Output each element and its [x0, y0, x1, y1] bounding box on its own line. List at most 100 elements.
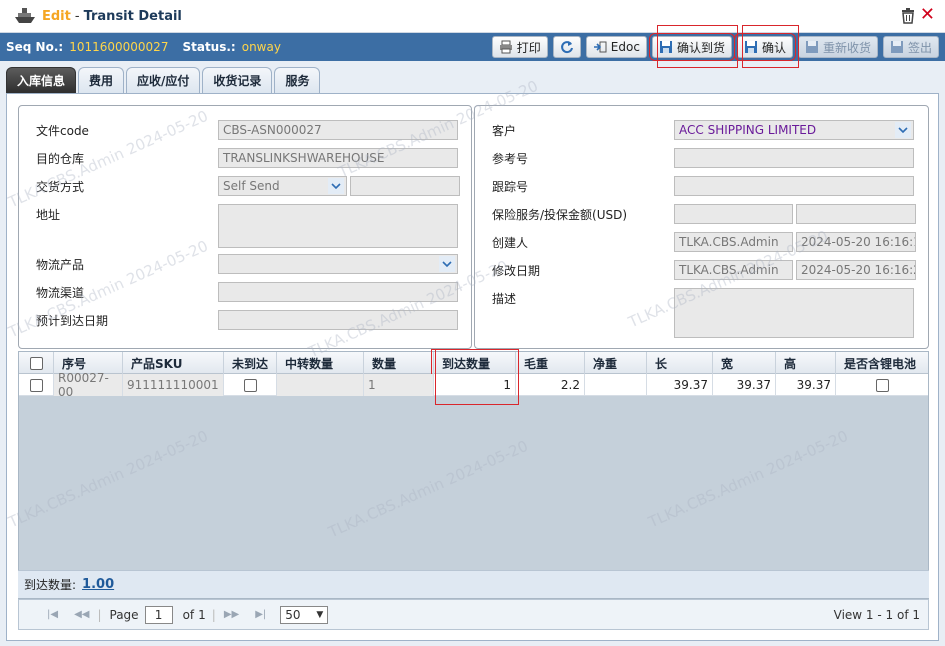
cell-arrived-qty[interactable]: 1 [434, 374, 516, 396]
page-input[interactable]: 1 [144, 605, 173, 624]
insurance-amount-field[interactable] [796, 204, 916, 224]
customer-value: ACC SHIPPING LIMITED [679, 123, 817, 137]
table-row[interactable]: R00027-00 911111110001 1 1 2.2 39.37 39.… [19, 371, 928, 399]
re-receive-button[interactable]: 重新收货 [797, 36, 878, 58]
address-label: 地址 [36, 208, 61, 222]
grid-summary-bar: 到达数量: 1.00 [18, 570, 929, 598]
row-select-checkbox[interactable] [29, 378, 43, 392]
printer-icon [499, 40, 512, 54]
seq-status-bar: Seq No.: 1011600000027 Status.: onway 打印… [0, 33, 945, 61]
arrived-total-label: 到达数量: [24, 578, 77, 592]
cell-transfer-qty [277, 374, 364, 396]
grid-header: 序号 产品SKU 未到达 中转数量 数量 到达数量 毛重 净重 长 宽 高 是否… [19, 349, 928, 377]
modified-date-label: 修改日期 [492, 264, 541, 278]
refresh-icon [560, 41, 573, 54]
seq-value: 1011600000027 [69, 40, 169, 54]
cell-net-weight[interactable] [585, 374, 647, 396]
doc-code-field[interactable]: CBS-ASN000027 [218, 120, 458, 140]
tab-inbound-info[interactable]: 入库信息 [6, 67, 77, 93]
page-size-select[interactable]: 50 ▼ [280, 605, 329, 624]
insurance-label: 保险服务/投保金额(USD) [492, 208, 628, 222]
sign-out-button[interactable]: 签出 [882, 36, 939, 58]
prev-page-icon[interactable]: ◀◀ [74, 609, 89, 620]
cell-seq: R00027-00 [54, 371, 123, 399]
reference-no-field[interactable] [674, 148, 914, 168]
chevron-down-icon[interactable] [439, 256, 455, 272]
logistics-product-label: 物流产品 [36, 258, 85, 272]
customer-select[interactable]: ACC SHIPPING LIMITED [674, 120, 914, 140]
customer-label: 客户 [492, 124, 517, 138]
modified-time-field[interactable]: 2024-05-20 16:16:20 [796, 260, 916, 280]
lithium-battery-checkbox[interactable] [875, 378, 889, 392]
modifier-field[interactable]: TLKA.CBS.Admin [674, 260, 793, 280]
cell-width[interactable]: 39.37 [713, 374, 776, 396]
address-field[interactable] [218, 204, 458, 248]
chevron-down-icon[interactable] [895, 122, 911, 138]
cell-length[interactable]: 39.37 [647, 374, 713, 396]
arrived-total-value[interactable]: 1.00 [82, 577, 114, 592]
trash-icon[interactable] [901, 8, 915, 24]
creator-field[interactable]: TLKA.CBS.Admin [674, 232, 793, 252]
confirm-arrival-label: 确认到货 [676, 40, 725, 55]
insurance-service-field[interactable] [674, 204, 793, 224]
confirm-arrival-button[interactable]: 确认到货 [648, 33, 735, 61]
logistics-channel-field[interactable] [218, 282, 458, 302]
description-field[interactable] [674, 288, 914, 338]
edoc-button[interactable]: Edoc [585, 36, 647, 58]
tab-receiving-records[interactable]: 收货记录 [202, 67, 273, 93]
not-arrived-checkbox[interactable] [243, 378, 257, 392]
col-qty[interactable]: 数量 [364, 352, 434, 374]
tab-services[interactable]: 服务 [274, 67, 321, 93]
cell-lithium-battery [836, 374, 928, 396]
status-label: Status.: [182, 40, 236, 54]
chevron-down-icon[interactable] [328, 178, 344, 194]
refresh-button[interactable] [552, 36, 581, 58]
re-receive-label: 重新收货 [822, 40, 871, 55]
confirm-button[interactable]: 确认 [733, 33, 796, 61]
dest-warehouse-field[interactable]: TRANSLINKSHWAREHOUSE [218, 148, 458, 168]
col-net-weight[interactable]: 净重 [585, 352, 647, 374]
logistics-channel-label: 物流渠道 [36, 286, 85, 300]
tab-bar: 入库信息 费用 应收/应付 收货记录 服务 [6, 67, 321, 93]
close-icon[interactable]: ✕ [920, 6, 935, 24]
last-page-icon[interactable]: ▶| [255, 609, 266, 620]
doc-code-label: 文件code [36, 124, 89, 138]
col-arrived-qty[interactable]: 到达数量 [431, 349, 519, 377]
cell-height[interactable]: 39.37 [776, 374, 836, 396]
save-icon [805, 41, 818, 53]
col-lithium-battery[interactable]: 是否含锂电池 [836, 352, 928, 374]
save-icon [744, 41, 757, 53]
confirm-label: 确认 [761, 40, 786, 55]
select-all-checkbox[interactable] [29, 356, 43, 370]
save-icon [890, 41, 903, 53]
first-page-icon[interactable]: |◀ [47, 609, 58, 620]
next-page-icon[interactable]: ▶▶ [224, 609, 239, 620]
window-titlebar: Edit - Transit Detail ✕ [0, 0, 945, 33]
created-time-field[interactable]: 2024-05-20 16:16:14 [796, 232, 916, 252]
print-button[interactable]: 打印 [491, 36, 548, 58]
inbound-info-left-panel: 文件code CBS-ASN000027 目的仓库 TRANSLINKSHWAR… [18, 105, 472, 349]
logistics-product-select[interactable] [218, 254, 458, 274]
items-grid: 序号 产品SKU 未到达 中转数量 数量 到达数量 毛重 净重 长 宽 高 是否… [18, 349, 929, 599]
pager-divider: | [211, 607, 216, 622]
col-transfer-qty[interactable]: 中转数量 [277, 352, 364, 374]
sign-out-label: 签出 [907, 40, 932, 55]
delivery-method-value: Self Send [223, 179, 280, 193]
tab-receivable-payable[interactable]: 应收/应付 [126, 67, 201, 93]
delivery-method-select[interactable]: Self Send [218, 176, 347, 196]
creator-label: 创建人 [492, 236, 529, 250]
cell-not-arrived [224, 374, 277, 396]
status-value: onway [241, 40, 281, 54]
cell-gross-weight[interactable]: 2.2 [516, 374, 585, 396]
col-length[interactable]: 长 [647, 352, 713, 374]
col-not-arrived[interactable]: 未到达 [224, 352, 277, 374]
eta-field[interactable] [218, 310, 458, 330]
delivery-method-extra-field[interactable] [350, 176, 460, 196]
tab-fees[interactable]: 费用 [78, 67, 125, 93]
tracking-no-field[interactable] [674, 176, 914, 196]
row-select-cell [19, 374, 54, 396]
col-height[interactable]: 高 [776, 352, 836, 374]
col-gross-weight[interactable]: 毛重 [516, 352, 585, 374]
col-width[interactable]: 宽 [713, 352, 776, 374]
col-sku[interactable]: 产品SKU [123, 352, 224, 374]
